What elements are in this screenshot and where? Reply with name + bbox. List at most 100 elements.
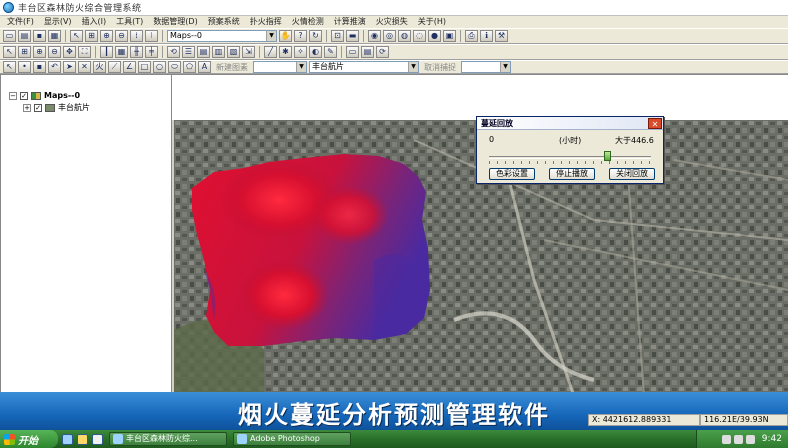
- measure-button[interactable]: ┃: [100, 46, 113, 58]
- hammer-button[interactable]: ⚒: [495, 30, 508, 42]
- globe-tool-2-button[interactable]: ◎: [383, 30, 396, 42]
- toc-button[interactable]: ▤: [197, 46, 210, 58]
- layer-select[interactable]: 丰台航片 ▼: [309, 61, 419, 73]
- help-button[interactable]: ?: [294, 30, 307, 42]
- select-tool-button[interactable]: ↖: [70, 30, 83, 42]
- menu-fire-detection[interactable]: 火情检测: [287, 16, 329, 28]
- quicklaunch-desktop-icon[interactable]: [62, 433, 73, 445]
- point-button[interactable]: •: [18, 61, 31, 73]
- identify-button[interactable]: ⊡: [331, 30, 344, 42]
- network-icon[interactable]: [721, 434, 731, 444]
- menu-fire-command[interactable]: 扑火指挥: [245, 16, 287, 28]
- stop-playback-button[interactable]: 停止播放: [549, 168, 595, 180]
- fire-button[interactable]: 火: [93, 61, 106, 73]
- color-settings-button[interactable]: 色彩设置: [489, 168, 535, 180]
- menu-about[interactable]: 关于(H): [413, 16, 451, 28]
- layer-checkbox[interactable]: ✓: [34, 103, 42, 112]
- hand-pan-button[interactable]: ✋: [279, 30, 292, 42]
- table-button[interactable]: ▤: [361, 46, 374, 58]
- quicklaunch-browser-icon[interactable]: [77, 433, 88, 445]
- zoom-in-2-button[interactable]: ⊕: [33, 46, 46, 58]
- close-icon[interactable]: ✕: [648, 117, 662, 129]
- menu-data-management[interactable]: 数据管理(D): [148, 16, 202, 28]
- merge-button[interactable]: ╪: [145, 46, 158, 58]
- spin-button[interactable]: ⟲: [167, 46, 180, 58]
- menu-simulation[interactable]: 计算推演: [329, 16, 371, 28]
- pan-button[interactable]: ✥: [63, 46, 76, 58]
- arrow-button[interactable]: ➤: [63, 61, 76, 73]
- zoom-in-button[interactable]: ⊕: [100, 30, 113, 42]
- full-extent-button[interactable]: ⛶: [78, 46, 91, 58]
- save-map-button[interactable]: ▪: [33, 30, 46, 42]
- map-canvas-blank[interactable]: [172, 74, 788, 120]
- polygon-button[interactable]: ⬠: [183, 61, 196, 73]
- fill-button[interactable]: ◐: [309, 46, 322, 58]
- new-graphic-label[interactable]: 新建图素: [213, 62, 251, 73]
- polyline-button[interactable]: ⟋: [108, 61, 121, 73]
- time-slider-thumb[interactable]: [603, 151, 611, 161]
- expand-icon[interactable]: +: [23, 103, 31, 112]
- new-map-button[interactable]: ▭: [3, 30, 16, 42]
- toc-layer-row[interactable]: + ✓ 丰台航片: [23, 102, 90, 113]
- toc-root-row[interactable]: − ✓ Maps--0: [9, 91, 80, 100]
- ellipse-button[interactable]: ⬭: [168, 61, 181, 73]
- draw-select-button[interactable]: ↖: [3, 61, 16, 73]
- quicklaunch-explorer-icon[interactable]: [92, 433, 103, 445]
- zoom-out-2-button[interactable]: ⊖: [48, 46, 61, 58]
- rect-select-button[interactable]: ▪: [33, 61, 46, 73]
- menu-insert[interactable]: 插入(I): [77, 16, 112, 28]
- taskbar-item-photoshop[interactable]: Adobe Photoshop: [233, 432, 351, 446]
- globe-tool-1-button[interactable]: ◉: [368, 30, 381, 42]
- zoom-extent-button[interactable]: ⊞: [85, 30, 98, 42]
- symbol-button[interactable]: ✱: [279, 46, 292, 58]
- info-button[interactable]: ℹ: [480, 30, 493, 42]
- legend-button[interactable]: ☰: [182, 46, 195, 58]
- zoom-out-button[interactable]: ⊖: [115, 30, 128, 42]
- node-button[interactable]: ✧: [294, 46, 307, 58]
- circle-button[interactable]: ○: [153, 61, 166, 73]
- paint-button[interactable]: ✎: [324, 46, 337, 58]
- refresh-button[interactable]: ↻: [309, 30, 322, 42]
- open-map-button[interactable]: ▤: [18, 30, 31, 42]
- layer-control-button[interactable]: ▦: [48, 30, 61, 42]
- cross-button[interactable]: ✕: [78, 61, 91, 73]
- layout-button[interactable]: ▥: [212, 46, 225, 58]
- print-button[interactable]: ⎙: [465, 30, 478, 42]
- globe-tool-4-button[interactable]: ◌: [413, 30, 426, 42]
- split-button[interactable]: ╫: [130, 46, 143, 58]
- menu-fire-loss[interactable]: 火灾损失: [371, 16, 413, 28]
- zoom-box-button[interactable]: ⊞: [18, 46, 31, 58]
- pointer-button[interactable]: ↖: [3, 46, 16, 58]
- taskbar-item-fire-system[interactable]: 丰台区森林防火综...: [109, 432, 227, 446]
- page-button[interactable]: ▧: [227, 46, 240, 58]
- time-slider-track[interactable]: [489, 156, 651, 159]
- cancel-capture-label[interactable]: 取消捕捉: [421, 62, 459, 73]
- antivirus-icon[interactable]: [745, 434, 755, 444]
- grid-button[interactable]: ▦: [115, 46, 128, 58]
- capture-select[interactable]: ▼: [461, 61, 511, 73]
- ruler-button[interactable]: ▬: [346, 30, 359, 42]
- rectangle-button[interactable]: □: [138, 61, 151, 73]
- angle-button[interactable]: ∠: [123, 61, 136, 73]
- globe-tool-5-button[interactable]: ●: [428, 30, 441, 42]
- clock[interactable]: 9:42: [762, 434, 782, 444]
- line-style-button[interactable]: ╱: [264, 46, 277, 58]
- text-tool-button[interactable]: A: [198, 61, 211, 73]
- graphic-type-select[interactable]: ▼: [253, 61, 307, 73]
- menu-tools[interactable]: 工具(T): [111, 16, 148, 28]
- fixed-zoom-in-button[interactable]: ⁞: [130, 30, 143, 42]
- undo-button[interactable]: ↶: [48, 61, 61, 73]
- map-select[interactable]: Maps--0 ▼: [167, 30, 277, 42]
- start-button[interactable]: 开始: [0, 430, 58, 448]
- globe-tool-3-button[interactable]: ◍: [398, 30, 411, 42]
- dialog-title-bar[interactable]: 蔓延回放 ✕: [477, 117, 663, 130]
- export-button[interactable]: ⇲: [242, 46, 255, 58]
- close-replay-button[interactable]: 关闭回放: [609, 168, 655, 180]
- fixed-zoom-out-button[interactable]: ⁝: [145, 30, 158, 42]
- redraw-button[interactable]: ⟳: [376, 46, 389, 58]
- volume-icon[interactable]: [733, 434, 743, 444]
- menu-plan-system[interactable]: 预案系统: [203, 16, 245, 28]
- root-checkbox[interactable]: ✓: [20, 91, 28, 100]
- layer-add-button[interactable]: ▣: [443, 30, 456, 42]
- collapse-icon[interactable]: −: [9, 91, 17, 100]
